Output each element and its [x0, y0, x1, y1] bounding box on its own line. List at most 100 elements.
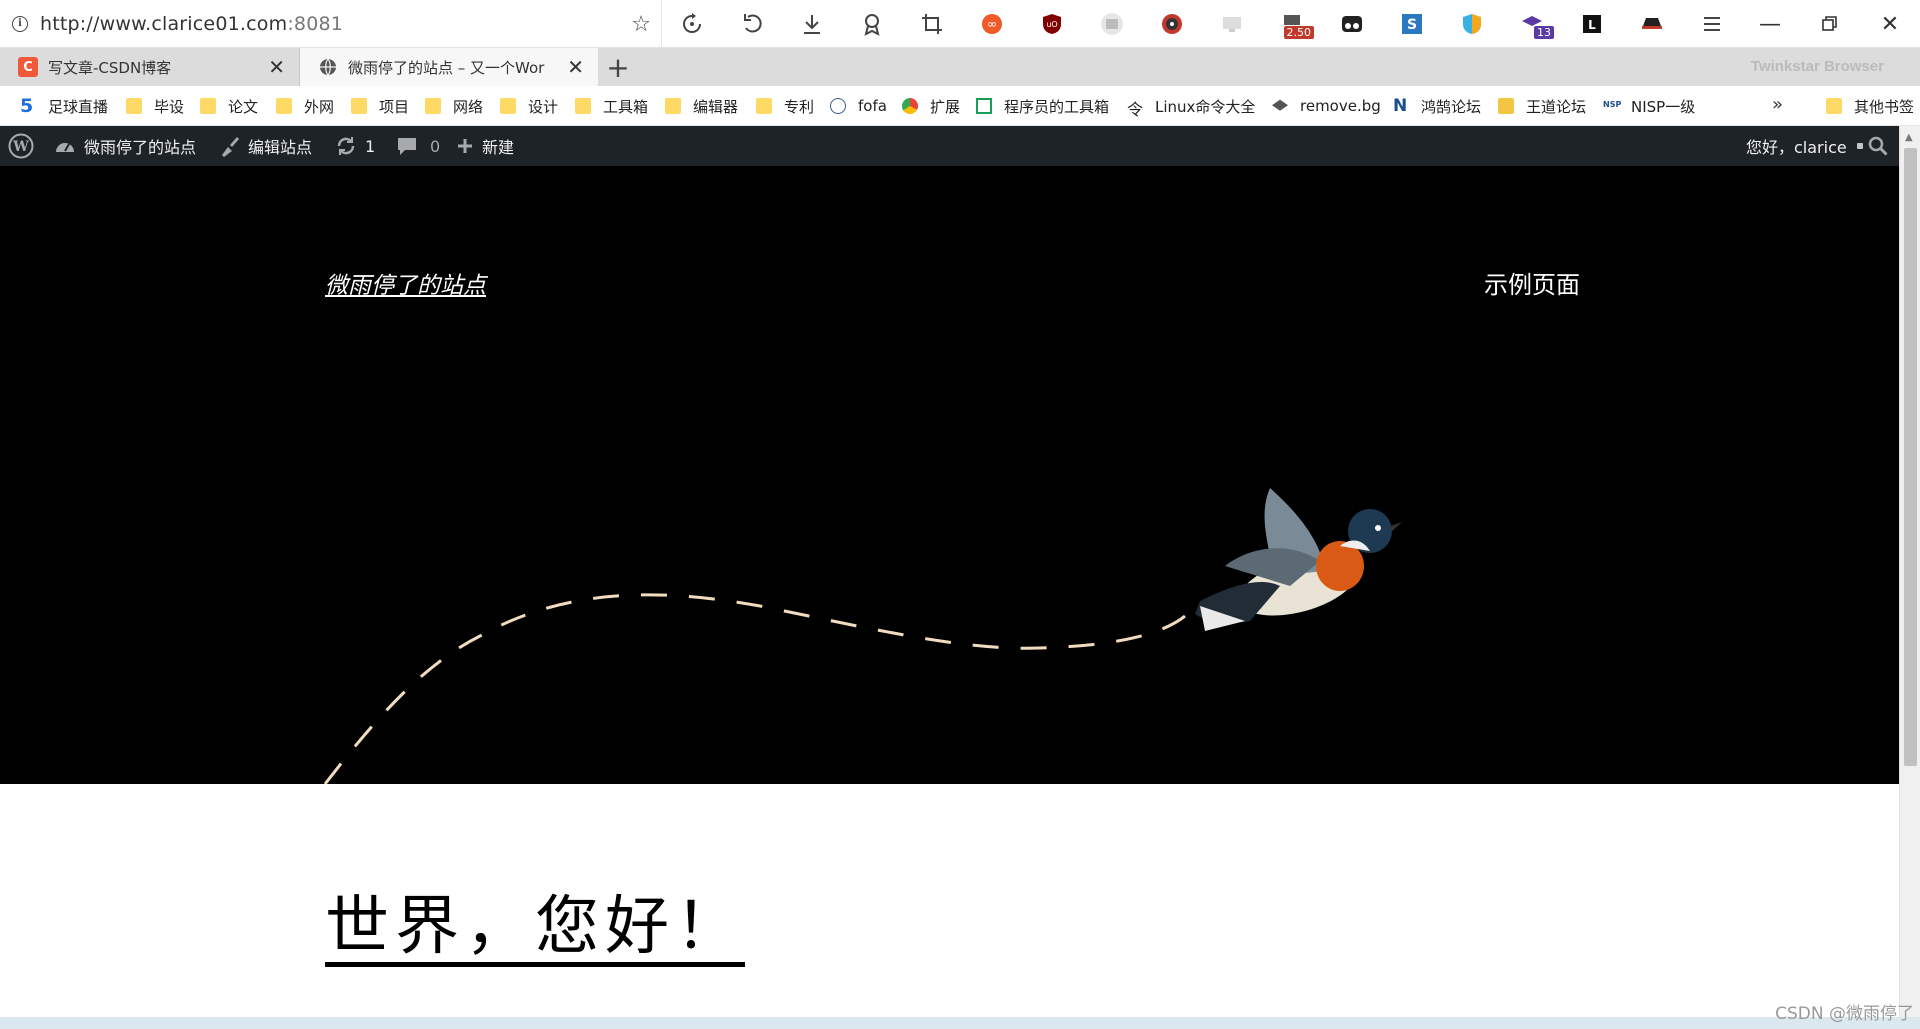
- wp-admin-bar: W 微雨停了的站点 编辑站点 1 0 新建 您好，clarice: [0, 126, 1899, 166]
- address-bar-row: i http://www.clarice01.com:8081 ☆ ∞ uO 2…: [0, 0, 1920, 48]
- bookmarks-bar: 5 足球直播 毕设 论文 外网 项目 网络 设计 工具箱 编辑器 专利 fofa …: [0, 86, 1920, 126]
- bookmark-folder[interactable]: 专利: [756, 86, 814, 126]
- user-profile-icon[interactable]: [842, 0, 902, 48]
- graduation-extension-icon[interactable]: 13: [1502, 0, 1562, 48]
- tampermonkey-icon[interactable]: [1322, 0, 1382, 48]
- folder-icon: [126, 98, 142, 114]
- bookmark-star-icon[interactable]: ☆: [631, 12, 651, 37]
- counter-extension-badge: 2.50: [1283, 25, 1314, 39]
- new-tab-plus-icon[interactable]: +: [598, 48, 638, 86]
- bookmark-item[interactable]: 王道论坛: [1498, 86, 1586, 126]
- nav-menu-sample-page[interactable]: 示例页面: [1484, 265, 1580, 300]
- toolbar: ∞ uO 2.50 S 13 L: [662, 0, 1742, 48]
- comment-bubble-icon: [398, 138, 416, 155]
- five-logo-icon: 5: [20, 95, 34, 117]
- bookmark-folder[interactable]: 外网: [276, 86, 334, 126]
- screen-extension-icon[interactable]: [1202, 0, 1262, 48]
- scrollbar-thumb[interactable]: [1904, 148, 1917, 766]
- reload-icon[interactable]: [662, 0, 722, 48]
- counter-extension-icon[interactable]: 2.50: [1262, 0, 1322, 48]
- more-bookmarks-chevron-icon[interactable]: »: [1772, 94, 1783, 115]
- fofa-icon: [830, 98, 846, 114]
- vertical-scrollbar[interactable]: ▲: [1899, 126, 1920, 1017]
- csdn-favicon-icon: C: [18, 57, 38, 77]
- bookmark-folder[interactable]: 网络: [425, 86, 483, 126]
- adminbar-new[interactable]: 新建: [456, 126, 514, 166]
- bookmark-folder[interactable]: 编辑器: [665, 86, 738, 126]
- crop-screenshot-icon[interactable]: [902, 0, 962, 48]
- l-extension-icon[interactable]: L: [1562, 0, 1622, 48]
- tab-csdn[interactable]: C 写文章-CSDN博客 ✕: [0, 48, 300, 86]
- site-info-icon[interactable]: i: [12, 15, 28, 32]
- s-extension-icon[interactable]: S: [1382, 0, 1442, 48]
- adminbar-comments[interactable]: 0: [396, 126, 440, 166]
- linux-command-icon: 令: [1127, 100, 1144, 119]
- folder-icon: [756, 98, 772, 114]
- folder-icon: [1826, 98, 1842, 114]
- globe-icon: [318, 57, 338, 77]
- bookmark-folder[interactable]: 工具箱: [575, 86, 648, 126]
- bookmark-item[interactable]: N 鸿鹄论坛: [1393, 86, 1481, 126]
- folder-icon: [200, 98, 216, 114]
- folder-icon: [500, 98, 516, 114]
- chrome-icon: [902, 98, 918, 114]
- menu-hamburger-icon[interactable]: [1682, 0, 1742, 48]
- tab-close-icon[interactable]: ✕: [567, 55, 584, 79]
- undo-close-icon[interactable]: [722, 0, 782, 48]
- bookmark-folder[interactable]: 毕设: [126, 86, 184, 126]
- image-extension-icon[interactable]: [1082, 0, 1142, 48]
- media-extension-icon[interactable]: [1142, 0, 1202, 48]
- wordpress-logo-icon[interactable]: W: [8, 126, 42, 166]
- post-title-link[interactable]: 世界，您好！: [325, 892, 745, 967]
- other-bookmarks-folder[interactable]: 其他书签: [1826, 86, 1914, 126]
- url-text[interactable]: http://www.clarice01.com:8081: [40, 13, 343, 35]
- bird-icon: [1195, 488, 1402, 631]
- honghu-icon: N: [1393, 95, 1408, 116]
- infinity-extension-icon[interactable]: ∞: [962, 0, 1022, 48]
- folder-icon: [351, 98, 367, 114]
- bookmark-folder[interactable]: 设计: [500, 86, 558, 126]
- bookmark-item[interactable]: remove.bg: [1272, 86, 1381, 126]
- bookmark-item[interactable]: 令 Linux命令大全: [1127, 86, 1255, 126]
- bookmark-folder[interactable]: 论文: [200, 86, 258, 126]
- svg-text:∞: ∞: [987, 17, 997, 31]
- flight-path-illustration: [323, 488, 1402, 784]
- adminbar-search-icon[interactable]: [1868, 126, 1896, 166]
- adminbar-edit-site[interactable]: 编辑站点: [218, 126, 312, 166]
- toolbox-icon: [976, 98, 992, 114]
- tab-title: 写文章-CSDN博客: [48, 58, 172, 77]
- adminbar-updates[interactable]: 1: [335, 126, 375, 166]
- restore-icon[interactable]: [1800, 0, 1860, 48]
- bookmark-item[interactable]: 5 足球直播: [20, 86, 108, 126]
- removebg-icon: [1272, 99, 1288, 111]
- bookmark-item[interactable]: fofa: [830, 86, 887, 126]
- shield-color-extension-icon[interactable]: [1442, 0, 1502, 48]
- hat-extension-icon[interactable]: [1622, 0, 1682, 48]
- tab-wordpress-site[interactable]: 微雨停了的站点 – 又一个Wor ✕: [300, 48, 598, 86]
- bookmark-item[interactable]: NSP NISP一级: [1603, 86, 1695, 126]
- svg-text:uO: uO: [1046, 20, 1057, 29]
- ublock-shield-icon[interactable]: uO: [1022, 0, 1082, 48]
- close-window-icon[interactable]: ✕: [1860, 0, 1920, 48]
- tab-close-icon[interactable]: ✕: [268, 55, 285, 79]
- site-title-link[interactable]: 微雨停了的站点: [325, 266, 486, 300]
- folder-icon: [665, 98, 681, 114]
- minimize-icon[interactable]: —: [1740, 0, 1800, 48]
- download-icon[interactable]: [782, 0, 842, 48]
- browser-brand: Twinkstar Browser: [1750, 58, 1884, 75]
- updates-refresh-icon: [337, 137, 355, 155]
- csdn-watermark: CSDN @微雨停了: [1775, 1004, 1914, 1024]
- wangdao-icon: [1498, 98, 1514, 114]
- svg-text:S: S: [1407, 17, 1417, 33]
- site-header-hero: 微雨停了的站点 示例页面: [0, 166, 1899, 784]
- browser-window: i http://www.clarice01.com:8081 ☆ ∞ uO 2…: [0, 0, 1920, 1029]
- bookmark-item[interactable]: 程序员的工具箱: [976, 86, 1109, 126]
- url-box[interactable]: i http://www.clarice01.com:8081 ☆: [0, 0, 662, 48]
- bookmark-folder[interactable]: 项目: [351, 86, 409, 126]
- scroll-up-arrow-icon[interactable]: ▲: [1905, 132, 1913, 143]
- adminbar-account[interactable]: 您好，clarice: [1746, 126, 1863, 166]
- adminbar-site-name[interactable]: 微雨停了的站点: [54, 126, 196, 166]
- bookmark-item[interactable]: 扩展: [902, 86, 960, 126]
- window-controls: — ✕: [1740, 0, 1920, 48]
- tab-title: 微雨停了的站点 – 又一个Wor: [348, 58, 545, 77]
